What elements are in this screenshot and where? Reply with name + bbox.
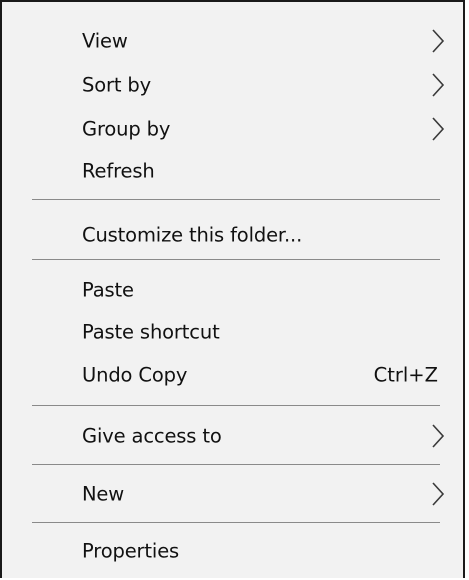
menu-item-view[interactable]: View	[2, 20, 463, 62]
menu-separator	[32, 199, 440, 200]
menu-item-label: Paste	[82, 278, 134, 302]
context-menu: View Sort by Group by Refresh Customize …	[0, 0, 465, 578]
menu-item-label: Undo Copy	[82, 363, 188, 387]
menu-item-label: View	[82, 29, 128, 53]
menu-separator	[32, 522, 440, 523]
menu-item-shortcut: Ctrl+Z	[373, 363, 438, 387]
menu-item-refresh[interactable]: Refresh	[2, 150, 463, 192]
menu-item-label: Give access to	[82, 424, 222, 448]
menu-item-give-access[interactable]: Give access to	[2, 415, 463, 457]
menu-item-label: Customize this folder...	[82, 223, 303, 247]
menu-item-undo-copy[interactable]: Undo Copy Ctrl+Z	[2, 354, 463, 396]
menu-item-paste-shortcut[interactable]: Paste shortcut	[2, 311, 463, 353]
menu-item-label: Group by	[82, 117, 171, 141]
chevron-right-icon	[432, 29, 445, 53]
menu-item-sort-by[interactable]: Sort by	[2, 64, 463, 106]
menu-item-group-by[interactable]: Group by	[2, 108, 463, 150]
menu-item-label: Paste shortcut	[82, 320, 220, 344]
chevron-right-icon	[432, 117, 445, 141]
menu-item-label: Properties	[82, 539, 180, 563]
chevron-right-icon	[432, 482, 445, 506]
menu-item-label: New	[82, 482, 125, 506]
menu-item-paste[interactable]: Paste	[2, 269, 463, 311]
chevron-right-icon	[432, 73, 445, 97]
menu-separator	[32, 405, 440, 406]
menu-separator	[32, 464, 440, 465]
menu-item-label: Refresh	[82, 159, 155, 183]
menu-item-new[interactable]: New	[2, 473, 463, 515]
menu-item-customize-folder[interactable]: Customize this folder...	[2, 214, 463, 256]
menu-item-properties[interactable]: Properties	[2, 530, 463, 572]
menu-separator	[32, 259, 440, 260]
chevron-right-icon	[432, 424, 445, 448]
menu-item-label: Sort by	[82, 73, 152, 97]
